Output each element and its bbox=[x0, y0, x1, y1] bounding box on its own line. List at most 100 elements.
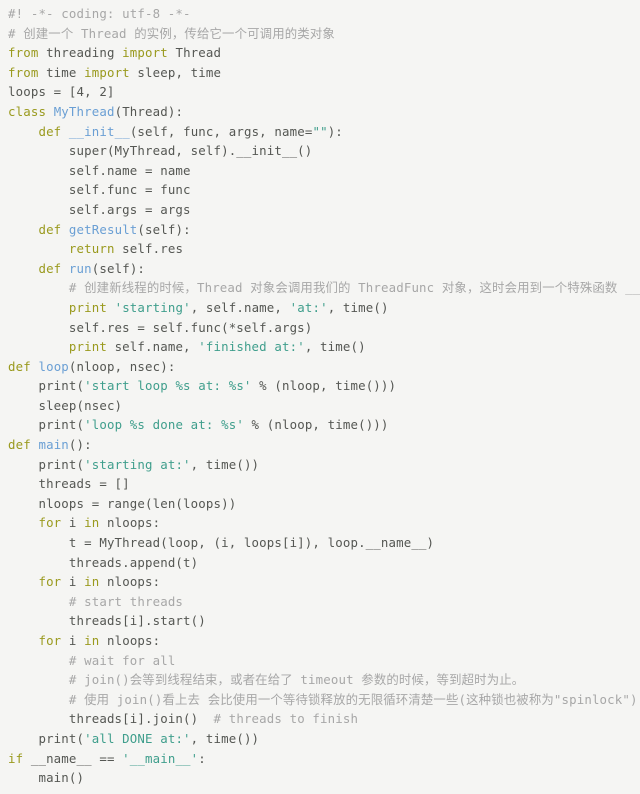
code-line: # start threads bbox=[8, 592, 640, 612]
code-token-plain: print( bbox=[38, 456, 85, 472]
code-token-str: '__main__' bbox=[122, 750, 199, 766]
code-line: print('start loop %s at: %s' % (nloop, t… bbox=[8, 376, 640, 396]
code-token-plain: super(MyThread, self).__init__() bbox=[68, 143, 313, 159]
code-token-kw: for bbox=[38, 633, 62, 648]
code-token-plain: (nloop, nsec): bbox=[68, 358, 176, 374]
code-line: sleep(nsec) bbox=[8, 396, 640, 416]
code-token-kw: import bbox=[122, 45, 168, 61]
code-token-plain: , time()) bbox=[190, 730, 260, 746]
code-line: # 使用 join()看上去 会比使用一个等待锁释放的无限循环清楚一些(这种锁也… bbox=[8, 690, 640, 710]
code-line: def __init__(self, func, args, name=""): bbox=[8, 122, 640, 142]
code-line: self.args = args bbox=[8, 200, 640, 220]
code-token-plain: i bbox=[61, 515, 85, 531]
code-token-plain: , time() bbox=[304, 339, 366, 355]
code-token-plain: print( bbox=[38, 730, 85, 746]
code-token-str: 'all DONE at:' bbox=[84, 730, 191, 746]
code-token-plain: (Thread): bbox=[114, 103, 184, 119]
code-token-kw: def bbox=[8, 437, 31, 453]
code-line: for i in nloops: bbox=[8, 513, 640, 533]
code-line: nloops = range(len(loops)) bbox=[8, 494, 640, 514]
code-line: self.func = func bbox=[8, 180, 640, 200]
code-line: threads = [] bbox=[8, 474, 640, 494]
code-token-plain: print( bbox=[38, 417, 85, 433]
code-token-name: main bbox=[38, 437, 69, 453]
code-token-plain: nloops: bbox=[99, 633, 161, 648]
code-token-plain: , self.name, bbox=[190, 299, 290, 315]
code-token-kw: def bbox=[38, 260, 62, 276]
code-line: print('loop %s done at: %s' % (nloop, ti… bbox=[8, 415, 640, 435]
code-token-plain: ): bbox=[327, 123, 343, 139]
code-token-plain: threads[i].join() bbox=[68, 711, 199, 727]
code-token-com: # start threads bbox=[68, 593, 184, 609]
code-token-plain: nloops: bbox=[99, 574, 161, 590]
code-token-plain: % (nloop, time())) bbox=[251, 378, 397, 394]
code-token-plain: : bbox=[198, 750, 206, 766]
code-token-str: 'at:' bbox=[289, 299, 328, 315]
code-token-str: 'loop %s done at: %s' bbox=[84, 417, 244, 433]
code-token-kw: import bbox=[84, 64, 130, 80]
code-token-com: # 创建一个 Thread 的实例，传给它一个可调用的类对象 bbox=[8, 25, 335, 41]
code-line: # wait for all bbox=[8, 651, 640, 671]
code-token-plain: (): bbox=[68, 437, 92, 453]
code-token-kw: for bbox=[38, 574, 62, 590]
code-token-kw: if bbox=[8, 750, 24, 766]
code-line: from time import sleep, time bbox=[8, 63, 640, 83]
code-token-kw: def bbox=[38, 221, 62, 237]
code-token-plain: (self, func, args, name= bbox=[129, 123, 313, 139]
code-token-str: 'starting' bbox=[114, 299, 191, 315]
code-line: print('all DONE at:', time()) bbox=[8, 729, 640, 749]
code-line: threads[i].join() # threads to finish bbox=[8, 709, 640, 729]
code-line: def getResult(self): bbox=[8, 220, 640, 240]
code-line: print self.name, 'finished at:', time() bbox=[8, 337, 640, 357]
code-token-plain: __name__ == bbox=[23, 750, 123, 766]
code-token-plain: threading bbox=[38, 45, 123, 61]
code-line: # 创建新线程的时候，Thread 对象会调用我们的 ThreadFunc 对象… bbox=[8, 278, 640, 298]
code-token-str: 'starting at:' bbox=[84, 456, 191, 472]
code-token-str: 'finished at:' bbox=[198, 339, 305, 355]
code-token-kw: for bbox=[38, 515, 62, 531]
code-token-plain: Thread bbox=[167, 45, 222, 61]
code-token-kw: from bbox=[8, 45, 39, 61]
code-token-plain: self.res = self.func(*self.args) bbox=[68, 319, 313, 335]
code-token-plain: main() bbox=[38, 770, 85, 786]
code-token-plain: self.name, bbox=[106, 339, 199, 355]
code-token-kw: print bbox=[68, 299, 107, 315]
code-token-kw: def bbox=[38, 123, 62, 139]
code-token-plain: (self): bbox=[137, 221, 191, 237]
code-token-plain: self.args = args bbox=[68, 201, 191, 217]
code-line: # 创建一个 Thread 的实例，传给它一个可调用的类对象 bbox=[8, 24, 640, 44]
code-line: print('starting at:', time()) bbox=[8, 455, 640, 475]
code-token-com: # 使用 join()看上去 会比使用一个等待锁释放的无限循环清楚一些(这种锁也… bbox=[68, 691, 638, 707]
code-token-com: #! -*- coding: utf-8 -*- bbox=[8, 6, 191, 21]
code-line: main() bbox=[8, 768, 640, 788]
code-listing: #! -*- coding: utf-8 -*- # 创建一个 Thread 的实… bbox=[0, 0, 640, 794]
code-token-com: # threads to finish bbox=[213, 711, 359, 727]
code-token-com: # 创建新线程的时候，Thread 对象会调用我们的 ThreadFunc 对象… bbox=[68, 280, 640, 296]
code-token-name: __init__ bbox=[68, 123, 130, 139]
code-token-plain: threads.append(t) bbox=[68, 554, 199, 570]
code-line: for i in nloops: bbox=[8, 572, 640, 592]
code-token-plain: print( bbox=[38, 378, 85, 394]
code-line: class MyThread(Thread): bbox=[8, 102, 640, 122]
